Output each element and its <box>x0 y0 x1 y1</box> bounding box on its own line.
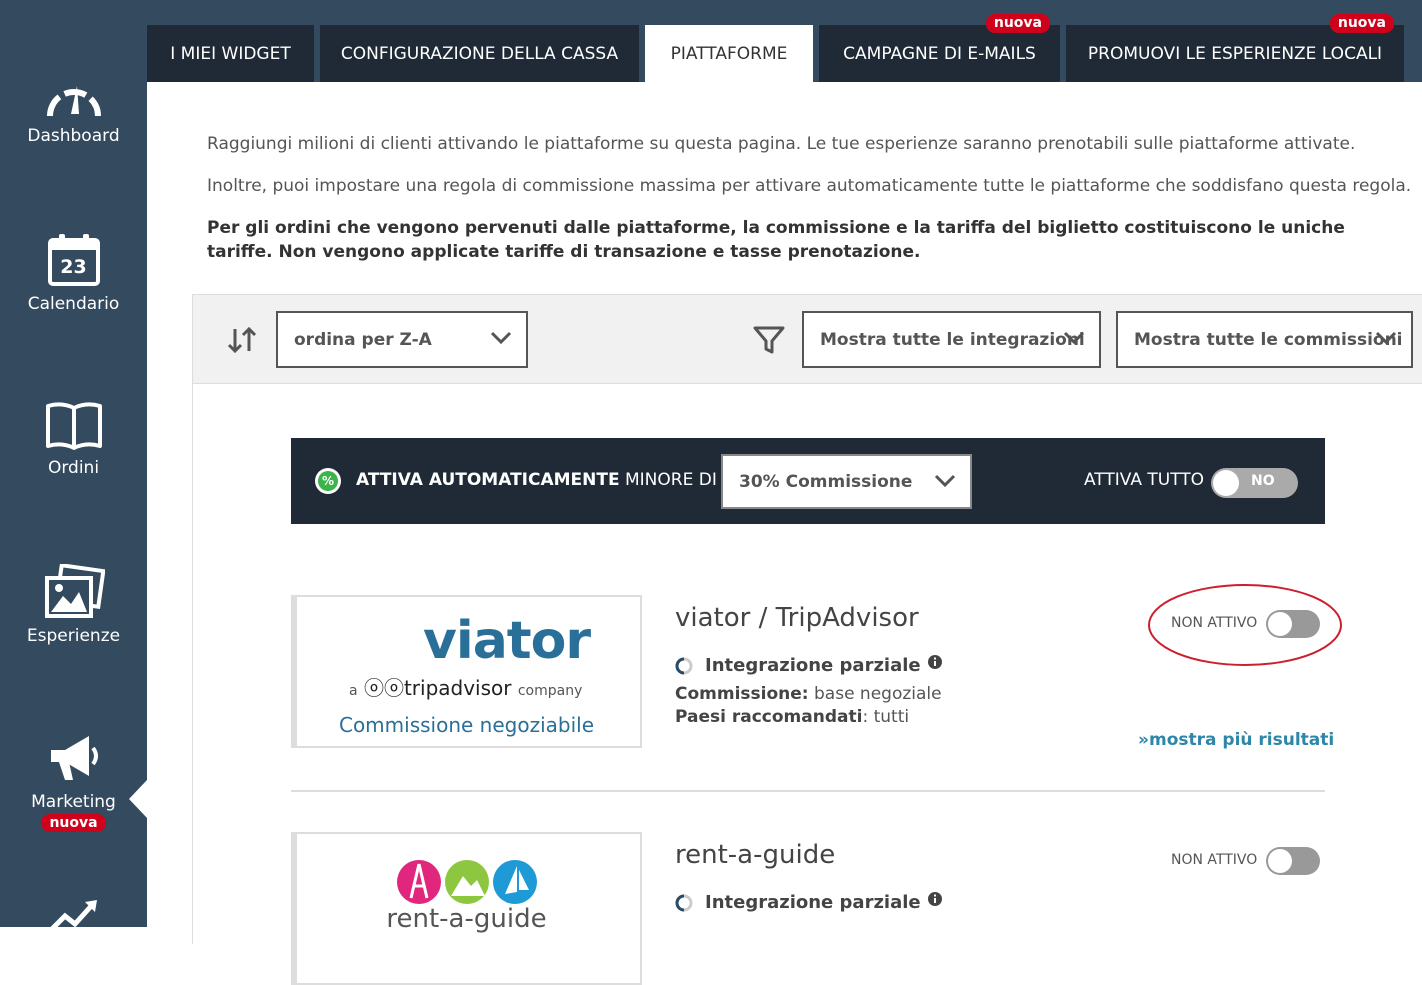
viator-logo-box: viator a ⓞⓞtripadvisor company Commissio… <box>291 595 642 748</box>
sidebar-item-label: Ordini <box>47 458 100 478</box>
platform-title: rent-a-guide <box>675 840 836 870</box>
calendar-day: 23 <box>60 256 87 278</box>
commissions-select-value: Mostra tutte le commissioni <box>1134 329 1403 350</box>
partial-integration-icon <box>675 894 693 911</box>
tab-email-campaigns[interactable]: CAMPAGNE DI E-MAILS nuova <box>819 14 1060 82</box>
commissions-select[interactable]: Mostra tutte le commissioni <box>1116 311 1413 368</box>
info-icon[interactable] <box>927 891 943 907</box>
rent-a-guide-activate-toggle[interactable] <box>1266 847 1320 875</box>
sidebar-item-label: Esperienze <box>26 626 121 646</box>
intro-text-2: Inoltre, puoi impostare una regola di co… <box>207 176 1412 196</box>
sort-icon <box>227 326 257 354</box>
new-badge: nuova <box>41 814 106 832</box>
rent-a-guide-logo-box: rent-a-guide <box>291 832 642 985</box>
gauge-icon <box>46 86 101 117</box>
viator-logo: viator <box>423 611 591 671</box>
tab-label: PROMUOVI LE ESPERIENZE LOCALI <box>1087 43 1383 64</box>
sidebar-item-label: Calendario <box>27 294 120 314</box>
chevron-down-icon <box>490 331 512 345</box>
sidebar-item-label: Dashboard <box>27 126 120 146</box>
book-icon <box>45 402 102 450</box>
sidebar-item-chart[interactable] <box>0 896 147 936</box>
status-label: NON ATTIVO <box>1171 852 1258 868</box>
sort-select-value: ordina per Z-A <box>294 329 432 350</box>
info-icon[interactable] <box>927 654 943 670</box>
active-indicator <box>129 780 147 818</box>
tab-widget[interactable]: I MIEI WIDGET <box>147 25 314 82</box>
megaphone-icon <box>50 736 98 780</box>
integration-status: Integrazione parziale <box>675 891 943 913</box>
sort-select[interactable]: ordina per Z-A <box>276 311 528 368</box>
partial-integration-icon <box>675 657 693 674</box>
rent-a-guide-logo-text: rent-a-guide <box>386 904 547 934</box>
sidebar-item-calendario[interactable]: 23 Calendario <box>0 232 147 314</box>
sidebar-item-marketing[interactable]: Marketing nuova <box>0 730 147 832</box>
tab-label: I MIEI WIDGET <box>170 43 291 64</box>
integrations-select[interactable]: Mostra tutte le integrazioni <box>802 311 1101 368</box>
chevron-down-icon <box>934 474 956 488</box>
toggle-text: NO <box>1251 473 1275 489</box>
commission-threshold-value: 30% Commissione <box>739 471 913 492</box>
new-badge: nuova <box>985 14 1050 33</box>
sidebar-item-esperienze[interactable]: Esperienze <box>0 564 147 646</box>
toggle-knob <box>1268 849 1292 873</box>
integrations-select-value: Mostra tutte le integrazioni <box>820 329 1085 350</box>
sidebar-item-dashboard[interactable]: Dashboard <box>0 80 147 146</box>
tab-checkout-config[interactable]: CONFIGURAZIONE DELLA CASSA <box>320 25 639 82</box>
show-more-link[interactable]: »mostra più risultati <box>1138 730 1334 750</box>
auto-activate-label: ATTIVA AUTOMATICAMENTE MINORE DI <box>356 470 717 490</box>
tab-label: PIATTAFORME <box>670 43 788 64</box>
sidebar-item-ordini[interactable]: Ordini <box>0 400 147 478</box>
photos-icon <box>44 564 105 618</box>
platform-title: viator / TripAdvisor <box>675 603 919 633</box>
intro-text-3: Per gli ordini che vengono pervenuti dal… <box>207 218 1345 262</box>
divider <box>291 790 1325 792</box>
sidebar: Dashboard 23 Calendario Ordini Esperienz… <box>0 0 147 932</box>
sidebar-item-label: Marketing <box>31 792 116 812</box>
activate-all-toggle[interactable]: NO <box>1211 468 1298 498</box>
toggle-knob <box>1213 470 1239 496</box>
tab-platforms[interactable]: PIATTAFORME <box>645 25 813 82</box>
new-badge: nuova <box>1329 14 1394 33</box>
percent-icon: % <box>315 468 341 494</box>
auto-activate-bar: % ATTIVA AUTOMATICAMENTE MINORE DI 30% C… <box>291 438 1325 524</box>
filter-bar: ordina per Z-A Mostra tutte le integrazi… <box>192 294 1422 384</box>
tab-label: CAMPAGNE DI E-MAILS <box>843 43 1036 64</box>
tab-local-experiences[interactable]: PROMUOVI LE ESPERIENZE LOCALI nuova <box>1066 14 1404 82</box>
logo-caption: Commissione negoziabile <box>338 713 595 737</box>
countries-info: Paesi raccomandati: tutti <box>675 707 910 727</box>
integration-status: Integrazione parziale <box>675 654 943 676</box>
tripadvisor-logo: a ⓞⓞtripadvisor company <box>349 676 583 700</box>
filter-icon <box>753 326 785 354</box>
intro-text-1: Raggiungi milioni di clienti attivando l… <box>207 134 1356 154</box>
commission-threshold-select[interactable]: 30% Commissione <box>721 454 972 509</box>
chevron-down-icon <box>1375 331 1397 345</box>
commission-info: Commissione: base negoziale <box>675 684 942 704</box>
rent-a-guide-logo <box>397 860 537 904</box>
chevron-down-icon <box>1063 331 1085 345</box>
tab-label: CONFIGURAZIONE DELLA CASSA <box>340 43 619 64</box>
chart-icon <box>48 900 97 932</box>
annotation-circle <box>1148 584 1342 666</box>
activate-all-label: ATTIVA TUTTO <box>1084 470 1205 490</box>
